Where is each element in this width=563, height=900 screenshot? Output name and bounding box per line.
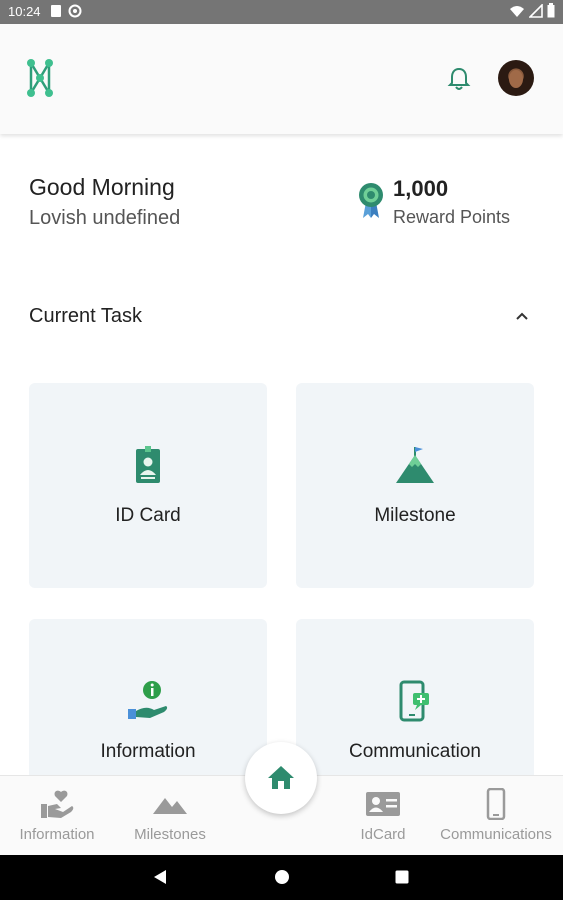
- home-icon: [268, 766, 294, 789]
- card-label-communication: Communication: [349, 741, 481, 762]
- nav-item-milestones[interactable]: Milestones: [118, 776, 222, 856]
- task-card-id-card[interactable]: ID Card: [29, 383, 267, 588]
- app-logo-icon[interactable]: [26, 58, 54, 98]
- mountain-flag-icon: [396, 447, 434, 483]
- greeting-text: Good Morning: [29, 174, 175, 200]
- status-time: 10:24: [8, 4, 41, 19]
- wifi-icon: [510, 5, 524, 17]
- current-task-title: Current Task: [29, 305, 143, 327]
- back-icon[interactable]: [153, 869, 167, 885]
- mountains-icon: [153, 798, 187, 814]
- nav-label-milestones: Milestones: [134, 826, 206, 843]
- bell-icon[interactable]: [446, 66, 472, 92]
- user-name: Lovish undefined: [29, 207, 181, 229]
- card-label-information: Information: [100, 741, 196, 762]
- task-card-milestone[interactable]: Milestone: [296, 383, 534, 588]
- phone-message-icon: [399, 680, 429, 722]
- status-system-icons: [509, 3, 555, 18]
- nav-item-idcard[interactable]: IdCard: [340, 776, 426, 856]
- card-label-milestone: Milestone: [374, 505, 456, 526]
- contact-card-icon: [366, 792, 400, 816]
- avatar-face: [509, 70, 523, 88]
- nav-label-idcard: IdCard: [360, 826, 406, 843]
- smartphone-icon: [486, 788, 506, 820]
- nav-item-communications[interactable]: Communications: [432, 776, 560, 856]
- signal-icon: [529, 3, 543, 18]
- reward-points-label: Reward Points: [393, 207, 511, 227]
- recents-icon[interactable]: [395, 870, 409, 884]
- status-bar: 10:24: [0, 0, 563, 24]
- home-button[interactable]: [245, 742, 317, 814]
- card-label-id-card: ID Card: [115, 505, 181, 526]
- chevron-up-icon[interactable]: [512, 306, 532, 326]
- id-card-icon: [136, 446, 160, 483]
- nav-item-information[interactable]: Information: [2, 776, 112, 856]
- battery-icon: [547, 3, 555, 18]
- info-hand-icon: [128, 681, 168, 719]
- home-circle-icon[interactable]: [274, 869, 290, 885]
- user-avatar[interactable]: [498, 60, 534, 96]
- sync-icon: [68, 4, 82, 18]
- nav-label-information: Information: [19, 826, 95, 843]
- reward-badge-icon: [359, 183, 383, 218]
- heart-hand-icon: [41, 790, 74, 818]
- status-notification-icons: [50, 4, 82, 18]
- nav-label-communications: Communications: [440, 826, 552, 843]
- sim-icon: [51, 5, 61, 17]
- system-navigation-bar: [0, 855, 563, 900]
- app-bar: [0, 24, 563, 134]
- reward-points-value: 1,000: [393, 176, 449, 201]
